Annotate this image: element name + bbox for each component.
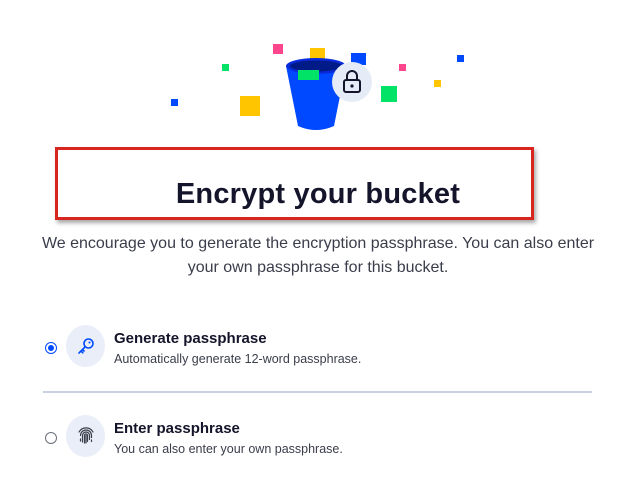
confetti-square: [434, 80, 441, 87]
option-title: Generate passphrase: [114, 330, 267, 347]
confetti-square: [381, 86, 397, 102]
option-generate-passphrase[interactable]: Generate passphrase Automatically genera…: [40, 320, 600, 376]
page-title: Encrypt your bucket: [175, 178, 461, 210]
page-description: We encourage you to generate the encrypt…: [41, 235, 595, 276]
options-divider: [43, 391, 592, 393]
confetti-square: [171, 99, 178, 106]
key-icon: [66, 325, 105, 367]
confetti-square: [457, 55, 464, 62]
option-enter-passphrase[interactable]: Enter passphrase You can also enter your…: [40, 410, 600, 466]
confetti-square: [273, 44, 283, 54]
padlock-icon: [332, 62, 372, 102]
option-title: Enter passphrase: [114, 420, 240, 437]
generate-passphrase-radio[interactable]: [45, 342, 57, 354]
confetti-square: [222, 64, 229, 71]
enter-passphrase-radio[interactable]: [45, 432, 57, 444]
bucket-illustration: [171, 44, 464, 130]
option-subtitle: You can also enter your own passphrase.: [114, 442, 343, 456]
confetti-square: [399, 64, 406, 71]
encrypt-bucket-dialog: Encrypt your bucket We encourage you to …: [0, 0, 628, 500]
fingerprint-icon: [66, 415, 105, 457]
confetti-square: [240, 96, 260, 116]
option-subtitle: Automatically generate 12-word passphras…: [114, 352, 362, 366]
